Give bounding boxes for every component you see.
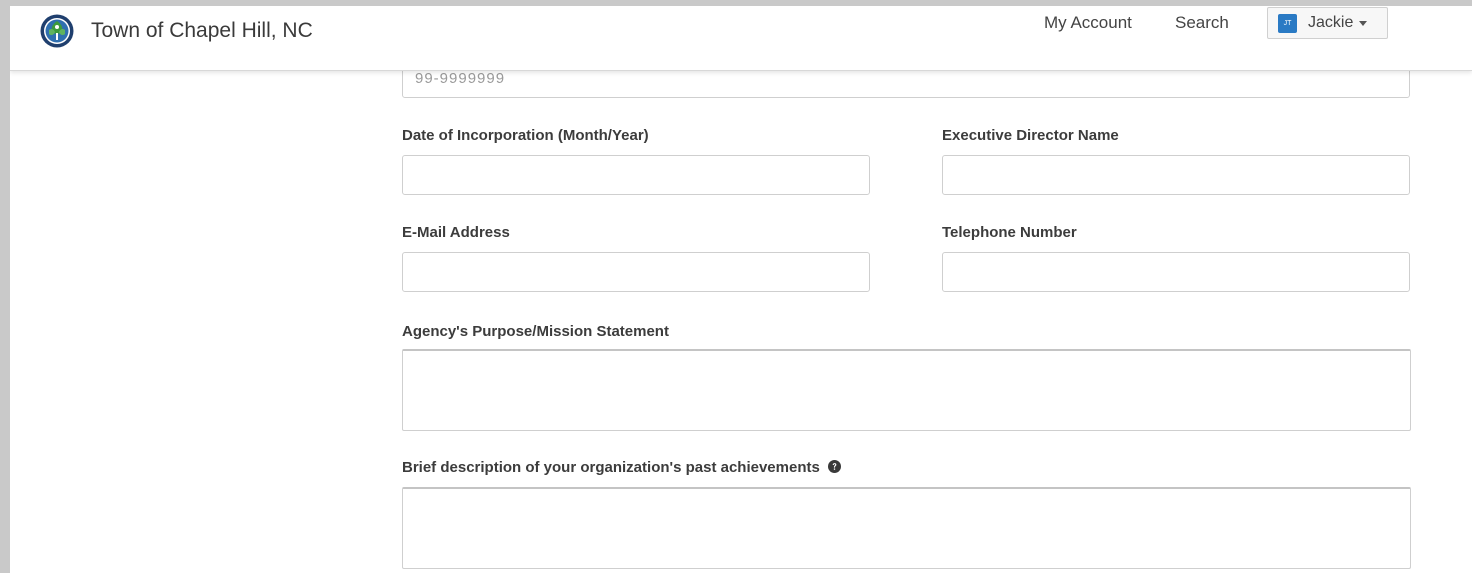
executive-director-name-label: Executive Director Name <box>942 127 1119 144</box>
user-name: Jackie <box>1308 14 1354 31</box>
past-achievements-textarea[interactable] <box>402 487 1411 569</box>
my-account-link[interactable]: My Account <box>1044 13 1132 33</box>
date-of-incorporation-input[interactable] <box>402 155 870 195</box>
caret-down-icon <box>1359 20 1368 26</box>
telephone-number-input[interactable] <box>942 252 1410 292</box>
mission-statement-textarea[interactable] <box>402 349 1411 431</box>
past-achievements-label: Brief description of your organization's… <box>402 459 841 476</box>
telephone-number-label: Telephone Number <box>942 224 1077 241</box>
town-seal-icon <box>40 14 74 48</box>
avatar: JT <box>1278 13 1297 33</box>
email-address-label: E-Mail Address <box>402 224 510 241</box>
brand-name: Town of Chapel Hill, NC <box>91 19 313 42</box>
question-circle-icon[interactable] <box>827 460 841 473</box>
browser-frame: Date of Incorporation (Month/Year) Execu… <box>10 6 1472 573</box>
form-content: Date of Incorporation (Month/Year) Execu… <box>10 6 1472 573</box>
mission-statement-label: Agency's Purpose/Mission Statement <box>402 323 669 340</box>
executive-director-name-input[interactable] <box>942 155 1410 195</box>
search-link[interactable]: Search <box>1175 13 1229 33</box>
brand-link[interactable]: Town of Chapel Hill, NC <box>40 13 313 49</box>
email-address-input[interactable] <box>402 252 870 292</box>
top-navbar: Town of Chapel Hill, NC My Account Searc… <box>10 6 1472 71</box>
date-of-incorporation-label: Date of Incorporation (Month/Year) <box>402 127 649 144</box>
past-achievements-label-text: Brief description of your organization's… <box>402 459 820 476</box>
user-menu-button[interactable]: JT Jackie <box>1267 7 1388 39</box>
